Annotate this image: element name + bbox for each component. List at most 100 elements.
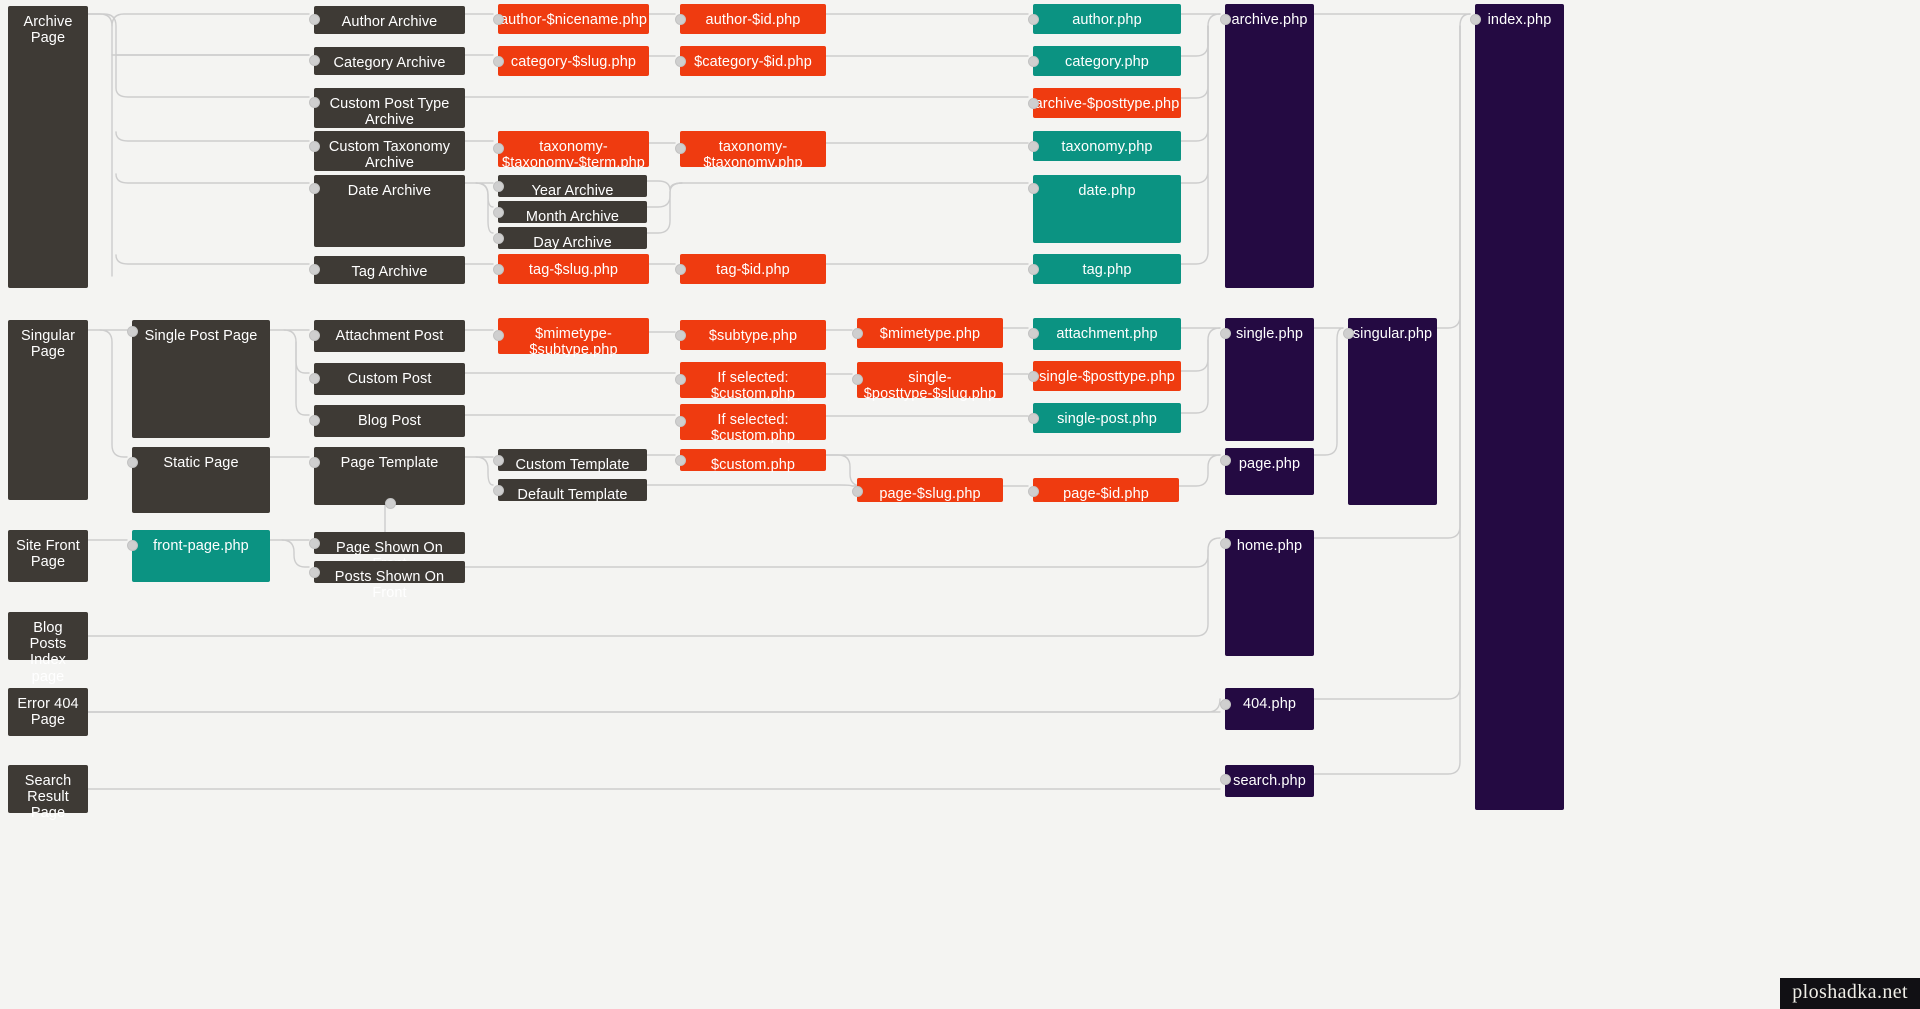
connector-dot [675, 374, 686, 385]
node-author-php[interactable]: author.php [1033, 4, 1181, 34]
connector-dot [1470, 14, 1481, 25]
connector-dot [493, 455, 504, 466]
node-single-post-php[interactable]: single-post.php [1033, 403, 1181, 433]
connector-dot [675, 330, 686, 341]
connector-dot [493, 485, 504, 496]
node-attachment-post[interactable]: Attachment Post [314, 320, 465, 352]
connector-dot [309, 415, 320, 426]
node-category-archive[interactable]: Category Archive [314, 47, 465, 75]
connector-dot [675, 14, 686, 25]
node-taxonomy-php[interactable]: taxonomy.php [1033, 131, 1181, 161]
connector-dot [493, 143, 504, 154]
node-front-page-php[interactable]: front-page.php [132, 530, 270, 582]
connector-dot [1220, 455, 1231, 466]
node-search-php[interactable]: search.php [1225, 765, 1314, 797]
watermark: ploshadka.net [1780, 978, 1920, 1009]
connector-dot [493, 264, 504, 275]
node-404-php[interactable]: 404.php [1225, 688, 1314, 730]
node-taxonomy-taxonomy-php[interactable]: taxonomy- $taxonomy.php [680, 131, 826, 171]
node-tag-archive[interactable]: Tag Archive [314, 256, 465, 284]
connector-dot [309, 330, 320, 341]
node-custom-post[interactable]: Custom Post [314, 363, 465, 395]
node-if-selected-custom-1[interactable]: If selected: $custom.php [680, 362, 826, 402]
node-year-archive[interactable]: Year Archive [498, 175, 647, 199]
node-single-post-page[interactable]: Single Post Page [132, 320, 270, 438]
node-default-template[interactable]: Default Template [498, 479, 647, 503]
connector-dot [1028, 14, 1039, 25]
node-page-template[interactable]: Page Template [314, 447, 465, 505]
connector-dot [1028, 328, 1039, 339]
node-home-php[interactable]: home.php [1225, 530, 1314, 656]
node-mimetype-subtype-php[interactable]: $mimetype- $subtype.php [498, 318, 649, 358]
node-error-404-page[interactable]: Error 404 Page [8, 688, 88, 736]
connector-dot [127, 457, 138, 468]
node-category-id-php[interactable]: $category-$id.php [680, 46, 826, 76]
node-attachment-php[interactable]: attachment.php [1033, 318, 1181, 350]
node-subtype-php[interactable]: $subtype.php [680, 320, 826, 350]
connector-dot [493, 330, 504, 341]
connector-dot [1028, 413, 1039, 424]
connector-dot [1028, 98, 1039, 109]
node-tag-slug-php[interactable]: tag-$slug.php [498, 254, 649, 284]
node-author-id-php[interactable]: author-$id.php [680, 4, 826, 34]
node-posts-shown-on-front[interactable]: Posts Shown On Front [314, 561, 465, 601]
node-category-slug-php[interactable]: category-$slug.php [498, 46, 649, 76]
connector-dot [675, 143, 686, 154]
node-if-selected-custom-2[interactable]: If selected: $custom.php [680, 404, 826, 444]
node-archive-posttype-php[interactable]: archive-$posttype.php [1033, 88, 1181, 118]
node-date-php[interactable]: date.php [1033, 175, 1181, 243]
connector-dot [309, 97, 320, 108]
connector-dot [1220, 699, 1231, 710]
node-blog-posts-index-page[interactable]: Blog Posts Index page [8, 612, 88, 685]
node-page-slug-php[interactable]: page-$slug.php [857, 478, 1003, 502]
node-taxonomy-taxonomy-term-php[interactable]: taxonomy- $taxonomy-$term.php [498, 131, 649, 171]
node-blog-post[interactable]: Blog Post [314, 405, 465, 437]
node-archive-page[interactable]: Archive Page [8, 6, 88, 288]
connector-wires [87, 13, 1471, 790]
node-tag-id-php[interactable]: tag-$id.php [680, 254, 826, 284]
connector-dot [1028, 371, 1039, 382]
node-page-id-php[interactable]: page-$id.php [1033, 478, 1179, 502]
node-singular-php[interactable]: singular.php [1348, 318, 1437, 505]
connector-dot [675, 455, 686, 466]
connector-dot [1220, 774, 1231, 785]
node-custom-post-type-archive[interactable]: Custom Post Type Archive [314, 88, 465, 128]
node-singular-page[interactable]: Singular Page [8, 320, 88, 500]
connector-dot [309, 373, 320, 384]
node-author-archive[interactable]: Author Archive [314, 6, 465, 34]
node-author-nicename-php[interactable]: author-$nicename.php [498, 4, 649, 34]
node-archive-php[interactable]: archive.php [1225, 4, 1314, 288]
node-custom-taxonomy-archive[interactable]: Custom Taxonomy Archive [314, 131, 465, 171]
node-tag-php[interactable]: tag.php [1033, 254, 1181, 284]
node-single-posttype-slug-php[interactable]: single- $posttype-$slug.php [857, 362, 1003, 402]
node-day-archive[interactable]: Day Archive [498, 227, 647, 251]
node-index-php[interactable]: index.php [1475, 4, 1564, 810]
connector-dot [1220, 538, 1231, 549]
node-page-php[interactable]: page.php [1225, 448, 1314, 495]
connector-dot [852, 328, 863, 339]
connector-dot [309, 264, 320, 275]
connector-dot [1028, 486, 1039, 497]
node-custom-php[interactable]: $custom.php [680, 449, 826, 473]
node-search-result-page[interactable]: Search Result Page [8, 765, 88, 821]
connector-dot [385, 498, 396, 509]
node-mimetype-php[interactable]: $mimetype.php [857, 318, 1003, 348]
node-category-php[interactable]: category.php [1033, 46, 1181, 76]
node-date-archive[interactable]: Date Archive [314, 175, 465, 247]
connector-dot [493, 181, 504, 192]
connector-dot [309, 457, 320, 468]
connector-dot [675, 264, 686, 275]
node-single-posttype-php[interactable]: single-$posttype.php [1033, 361, 1181, 391]
connector-dot [309, 538, 320, 549]
node-single-php[interactable]: single.php [1225, 318, 1314, 441]
node-page-shown-on-front[interactable]: Page Shown On Front [314, 532, 465, 572]
connector-dot [1028, 141, 1039, 152]
node-month-archive[interactable]: Month Archive [498, 201, 647, 225]
connector-dot [309, 141, 320, 152]
node-static-page[interactable]: Static Page [132, 447, 270, 513]
connector-dot [309, 183, 320, 194]
node-custom-template[interactable]: Custom Template [498, 449, 647, 473]
connector-dot [1028, 264, 1039, 275]
node-site-front-page[interactable]: Site Front Page [8, 530, 88, 582]
connector-dot [1343, 328, 1354, 339]
